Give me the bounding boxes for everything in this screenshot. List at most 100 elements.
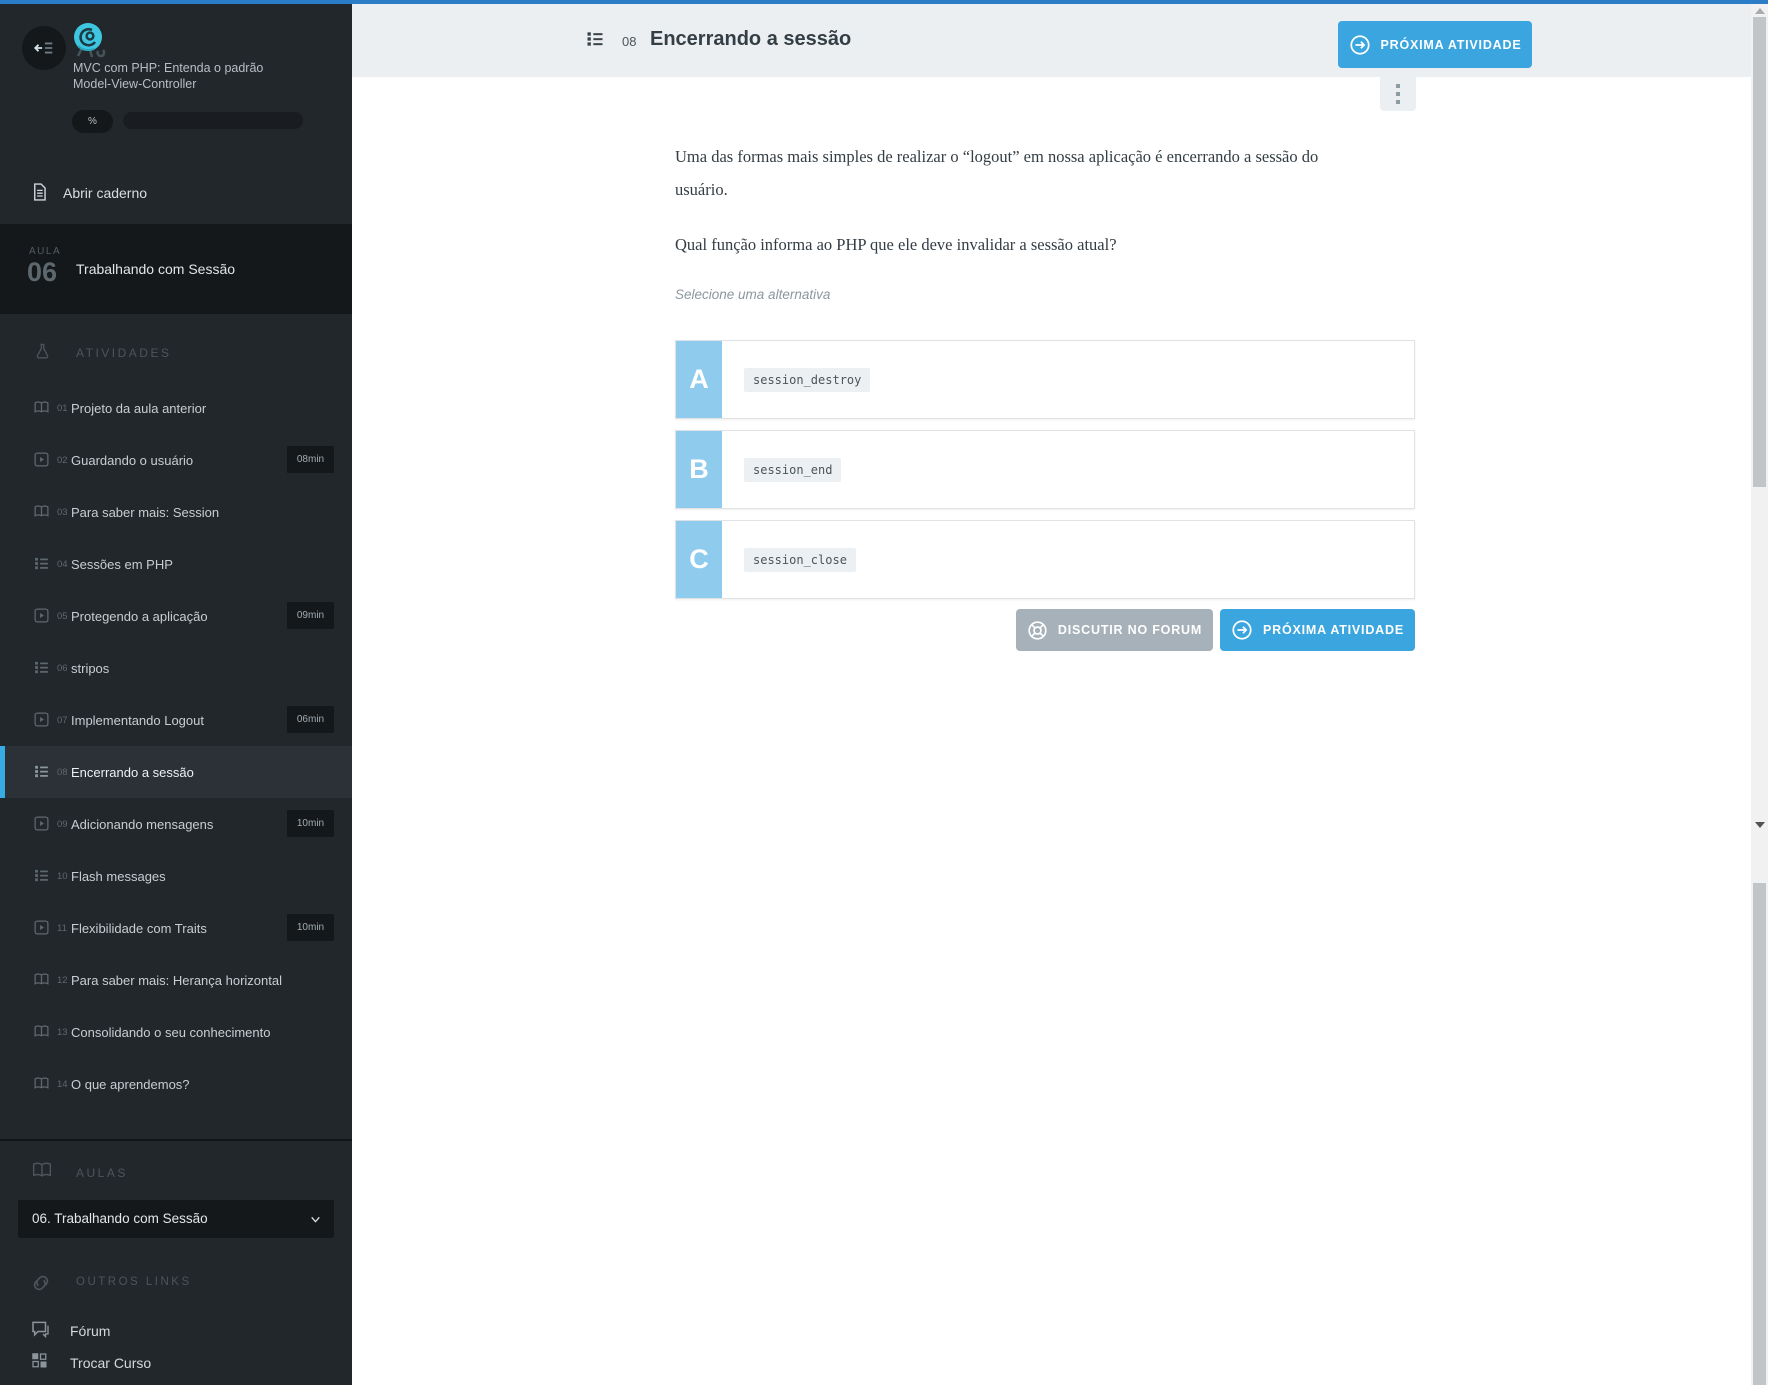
open-book-icon — [30, 1160, 54, 1180]
lesson-select-value: 06. Trabalhando com Sessão — [32, 1211, 208, 1226]
next-activity-label: PRÓXIMA ATIVIDADE — [1263, 623, 1404, 637]
flask-icon — [33, 340, 52, 363]
main-content-area: 08 Encerrando a sessão PRÓXIMA ATIVIDADE… — [352, 4, 1751, 1385]
alternatives-list: A session_destroy B session_end C sessio… — [675, 340, 1415, 610]
quiz-list-icon — [33, 867, 50, 884]
activity-number: 10 — [57, 871, 68, 882]
book-icon — [33, 1023, 50, 1040]
alternative-c[interactable]: C session_close — [675, 520, 1415, 599]
change-course-label: Trocar Curso — [70, 1355, 152, 1371]
activity-item-02[interactable]: 02 Guardando o usuário 08min — [0, 434, 352, 486]
arrow-right-circle-icon — [1231, 619, 1253, 641]
open-notebook-button[interactable]: Abrir caderno — [0, 168, 352, 218]
activity-label: Flash messages — [71, 869, 166, 884]
lesson-select-dropdown[interactable]: 06. Trabalhando com Sessão — [18, 1200, 334, 1238]
collapse-sidebar-icon — [33, 37, 55, 59]
scrollbar[interactable] — [1751, 0, 1768, 1385]
activity-item-05[interactable]: 05 Protegendo a aplicação 09min — [0, 590, 352, 642]
activity-number: 08 — [57, 767, 68, 778]
other-links-section-header: OUTROS LINKS — [76, 1276, 192, 1288]
course-logo-icon — [70, 20, 110, 60]
current-lesson-block: AULA 06 Trabalhando com Sessão — [0, 224, 352, 314]
activity-label: Implementando Logout — [71, 713, 204, 728]
course-progress-bar — [123, 112, 303, 129]
alternative-code: session_end — [744, 457, 842, 482]
book-icon — [33, 971, 50, 988]
forum-chat-icon — [30, 1319, 51, 1339]
book-icon — [33, 399, 50, 416]
duration-badge: 09min — [287, 602, 334, 629]
forum-link-label: Fórum — [70, 1323, 111, 1339]
activity-label: Para saber mais: Herança horizontal — [71, 973, 282, 988]
quiz-list-icon — [33, 763, 50, 780]
lesson-badge-label: AULA — [29, 246, 62, 257]
activity-number: 03 — [57, 507, 68, 518]
change-course-link[interactable]: Trocar Curso — [0, 1347, 352, 1381]
activity-item-12[interactable]: 12 Para saber mais: Herança horizontal — [0, 954, 352, 1006]
scrollbar-thumb[interactable] — [1753, 17, 1766, 487]
activity-number: 14 — [57, 1079, 68, 1090]
activity-item-08-active[interactable]: 08 Encerrando a sessão — [0, 746, 352, 798]
sidebar-divider — [0, 1139, 352, 1141]
alternative-letter: A — [676, 341, 722, 418]
alternative-code: session_close — [744, 547, 856, 572]
alternative-a[interactable]: A session_destroy — [675, 340, 1415, 419]
duration-badge: 06min — [287, 706, 334, 733]
kebab-menu-icon — [1396, 84, 1400, 104]
activities-section-header: ATIVIDADES — [76, 346, 172, 360]
video-icon — [33, 815, 50, 832]
video-icon — [33, 607, 50, 624]
activity-item-14[interactable]: 14 O que aprendemos? — [0, 1058, 352, 1110]
alternative-letter: C — [676, 521, 722, 598]
alternative-code: session_destroy — [744, 367, 871, 392]
activity-label: stripos — [71, 661, 110, 676]
alternative-b[interactable]: B session_end — [675, 430, 1415, 509]
activity-label: Adicionando mensagens — [71, 817, 214, 832]
life-buoy-icon — [1027, 620, 1048, 641]
book-icon — [33, 1075, 50, 1092]
activity-item-09[interactable]: 09 Adicionando mensagens 10min — [0, 798, 352, 850]
activity-label: Consolidando o seu conhecimento — [71, 1025, 271, 1040]
video-icon — [33, 919, 50, 936]
chevron-down-icon — [309, 1213, 322, 1226]
activity-number: 02 — [57, 455, 68, 466]
notebook-icon — [30, 181, 49, 203]
scroll-up-arrow-icon[interactable] — [1755, 8, 1765, 14]
activity-item-06[interactable]: 06 stripos — [0, 642, 352, 694]
forum-link[interactable]: Fórum — [0, 1315, 352, 1349]
video-icon — [33, 451, 50, 468]
arrow-right-circle-icon — [1349, 34, 1371, 56]
alternative-letter: B — [676, 431, 722, 508]
page-scrollbar-thumb[interactable] — [1753, 883, 1766, 1385]
activities-list: 01 Projeto da aula anterior 02 Guardando… — [0, 382, 352, 1110]
activity-item-11[interactable]: 11 Flexibilidade com Traits 10min — [0, 902, 352, 954]
activity-item-13[interactable]: 13 Consolidando o seu conhecimento — [0, 1006, 352, 1058]
quiz-list-icon — [585, 29, 605, 49]
activity-label: Flexibilidade com Traits — [71, 921, 207, 936]
scroll-down-arrow-icon[interactable] — [1755, 822, 1765, 828]
activity-item-10[interactable]: 10 Flash messages — [0, 850, 352, 902]
activity-label: Guardando o usuário — [71, 453, 194, 468]
next-activity-label: PRÓXIMA ATIVIDADE — [1380, 37, 1522, 52]
progress-percent-pill: % — [72, 110, 113, 133]
activity-label: Para saber mais: Session — [71, 505, 220, 520]
duration-badge: 08min — [287, 446, 334, 473]
discuss-forum-button[interactable]: DISCUTIR NO FORUM — [1016, 609, 1213, 651]
grid-icon — [30, 1351, 48, 1369]
collapse-sidebar-button[interactable] — [22, 26, 66, 70]
more-options-button[interactable] — [1380, 77, 1416, 111]
lesson-badge-title: Trabalhando com Sessão — [76, 261, 236, 277]
activity-item-04[interactable]: 04 Sessões em PHP — [0, 538, 352, 590]
activity-item-07[interactable]: 07 Implementando Logout 06min — [0, 694, 352, 746]
activity-item-01[interactable]: 01 Projeto da aula anterior — [0, 382, 352, 434]
select-alternative-hint: Selecione uma alternativa — [675, 286, 831, 302]
next-activity-button-bottom[interactable]: PRÓXIMA ATIVIDADE — [1220, 609, 1415, 651]
question-paragraph-1: Uma das formas mais simples de realizar … — [675, 146, 1319, 199]
activity-label: Projeto da aula anterior — [71, 401, 207, 416]
next-activity-button-top[interactable]: PRÓXIMA ATIVIDADE — [1338, 21, 1532, 68]
progress-percent-label: % — [88, 116, 97, 127]
question-paragraph-2: Qual função informa ao PHP que ele deve … — [675, 234, 1117, 254]
activity-label: O que aprendemos? — [71, 1077, 190, 1092]
activity-item-03[interactable]: 03 Para saber mais: Session — [0, 486, 352, 538]
activity-header-number: 08 — [622, 34, 637, 49]
